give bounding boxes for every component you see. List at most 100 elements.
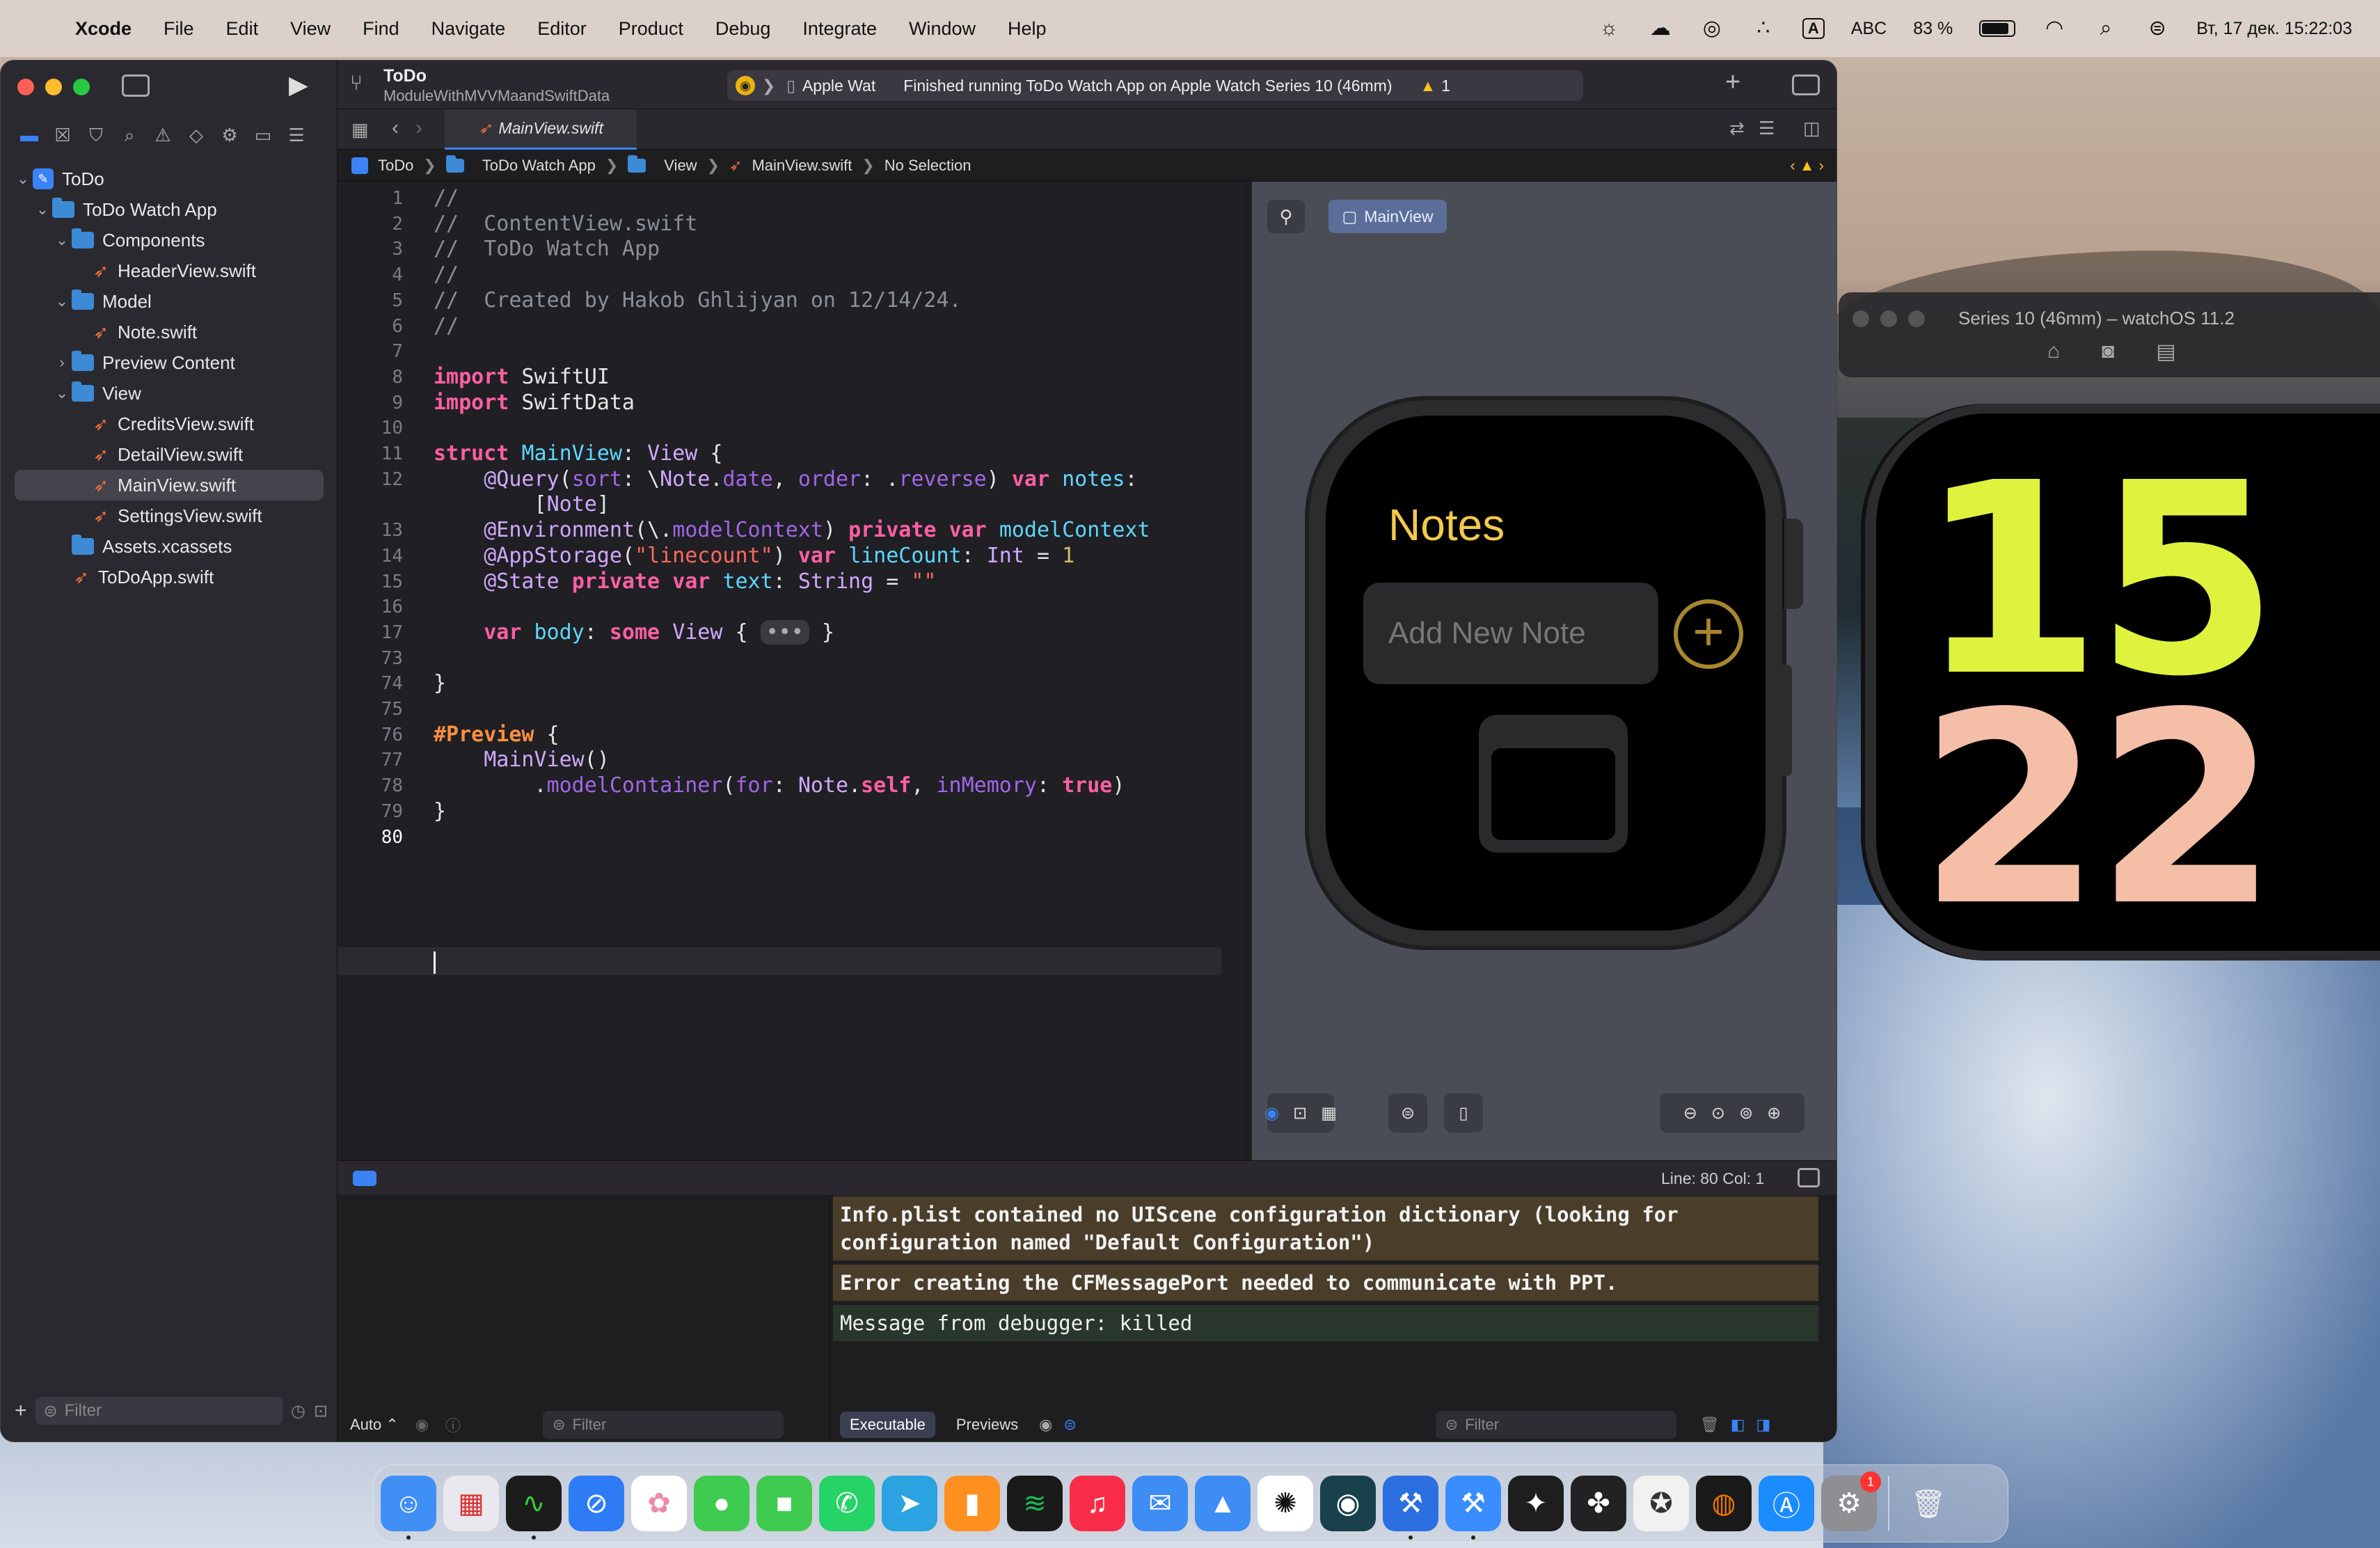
show-variables-icon[interactable]: ◧ [1731,1416,1745,1434]
zoom-window-button[interactable] [1908,310,1925,327]
menu-debug[interactable]: Debug [715,18,771,40]
chatgpt-icon[interactable]: ✺ [1258,1476,1313,1531]
zoom-window-button[interactable] [73,79,90,95]
activity-icon[interactable]: ∴ [1751,16,1776,41]
eye-icon[interactable]: ◉ [1039,1416,1052,1434]
zoom-fit-icon[interactable]: ⊚ [1739,1103,1753,1123]
code-line[interactable]: #Preview { [434,722,560,747]
airdrop-icon[interactable]: ◎ [1699,16,1724,41]
console-output[interactable]: Executable Previews ◉ ⊜ ⊜ Filter 🗑 ◧ ◨ I… [830,1195,1836,1442]
code-line[interactable]: @Environment(\.modelContext) private var… [434,518,1150,542]
zoom-actual-icon[interactable]: ⊙ [1711,1103,1725,1123]
issue-nav-icon[interactable]: ‹ ▲ › [1790,157,1824,175]
issue-icon[interactable]: ⚠ [154,125,172,147]
whatsapp-icon[interactable]: ✆ [819,1476,875,1531]
trash-icon[interactable]: 🗑 [1901,1476,1956,1531]
sidebar-item-creditsview-swift[interactable]: ➶ CreditsView.swift [1,409,338,439]
variables-filter-input[interactable]: ⊜ Filter [543,1411,784,1439]
code-line[interactable]: [Note] [434,492,609,516]
minimize-window-button[interactable] [45,79,62,95]
recent-files-icon[interactable]: ◷ [291,1401,306,1421]
zoom-in-icon[interactable]: ⊕ [1767,1103,1781,1123]
code-line[interactable]: var body: some View { ••• } [434,619,834,645]
breadcrumb-file[interactable]: MainView.swift [752,157,852,175]
inspector-toggle-icon[interactable] [1792,74,1820,95]
menu-help[interactable]: Help [1008,18,1047,40]
add-icon[interactable]: + [15,1399,27,1423]
system-settings-icon[interactable]: ⚙ 1 [1821,1471,1881,1531]
rotate-icon[interactable]: ▤ [2156,340,2175,364]
chevron-down-icon[interactable]: ⌄ [13,170,33,188]
sidebar-item-note-swift[interactable]: ➶ Note.swift [1,317,338,347]
launchpad-icon[interactable]: ▦ [443,1476,499,1531]
live-mode-icon[interactable]: ◉ [1264,1103,1279,1123]
breakpoints-toggle-icon[interactable] [353,1171,376,1186]
code-line[interactable]: @Query(sort: \Note.date, order: .reverse… [434,467,1137,491]
menu-product[interactable]: Product [619,18,683,40]
scheme-icon[interactable]: ◉ [736,76,755,95]
simulator-screen[interactable]: 15 22 [1876,413,2380,951]
code-line[interactable]: // [434,314,459,338]
source-editor[interactable]: 1 // 2 // ContentView.swift 3 // ToDo Watch A… [338,182,1583,1167]
control-center-icon[interactable]: ⊜ [2145,16,2170,41]
apple-menu-icon[interactable] [26,15,50,42]
trash-icon[interactable]: 🗑 [1700,1416,1720,1434]
photos-icon[interactable]: ✿ [631,1476,687,1531]
forward-icon[interactable]: › [415,116,422,140]
show-console-icon[interactable]: ◨ [1756,1416,1770,1434]
pin-icon[interactable]: ⚲ [1267,200,1305,233]
testflight-icon[interactable]: ▲ [1195,1476,1251,1531]
bookmark-icon[interactable]: ⛉ [87,125,105,147]
instruments-icon[interactable]: ⚒ [1445,1476,1501,1540]
warning-icon[interactable]: ▲ [1420,77,1436,95]
folder-icon[interactable]: ▬ [20,125,38,147]
davinci-icon[interactable]: ✤ [1571,1476,1626,1531]
selectable-mode-icon[interactable]: ⊡ [1293,1103,1307,1123]
grid-icon[interactable]: ▦ [351,119,369,141]
sidebar-item-model[interactable]: ⌄ Model [1,286,338,317]
finder-icon[interactable]: ☺ [381,1476,436,1540]
report-icon[interactable]: ☰ [287,125,306,147]
sf-symbols-icon[interactable]: ✪ [1633,1476,1689,1531]
toggle-sidebar-icon[interactable] [122,74,150,97]
add-note-plus-icon[interactable]: + [1674,599,1743,669]
info-icon[interactable]: ⓘ [445,1414,461,1436]
code-line[interactable]: // [434,186,459,210]
safari-icon[interactable]: ⊘ [569,1476,624,1531]
breadcrumb-project[interactable]: ToDo [378,157,413,175]
variants-icon[interactable]: ▦ [1321,1103,1337,1123]
gitkraken-icon[interactable]: ◉ [1320,1476,1376,1531]
breadcrumb-target[interactable]: ToDo Watch App [482,157,596,175]
input-source-icon[interactable]: A [1802,18,1825,39]
home-icon[interactable]: ⌂ [2047,340,2060,364]
add-library-icon[interactable]: + [1725,68,1740,97]
close-window-button[interactable] [1853,310,1869,327]
menu-edit[interactable]: Edit [226,18,259,40]
input-source-label[interactable]: ABC [1851,19,1887,39]
device-selector-icon[interactable]: ▯ [1444,1093,1483,1132]
mail-icon[interactable]: ✉ [1132,1476,1188,1531]
battery-percent[interactable]: 83 % [1913,19,1953,39]
console-tab-previews[interactable]: Previews [946,1412,1028,1438]
sidebar-item-assets-xcassets[interactable]: Assets.xcassets [1,531,338,562]
activity-view[interactable]: ◉ ❯ ▯ Apple Wat Finished running ToDo Wa… [727,70,1583,101]
source-control-icon[interactable]: ☒ [54,125,72,147]
spotify-icon[interactable]: ≋ [1007,1476,1063,1531]
tab-mainview[interactable]: ➶ MainView.swift [445,109,637,150]
figma-icon[interactable]: ✦ [1508,1476,1564,1531]
cloud-icon[interactable]: ☁ [1648,16,1673,41]
messages-icon[interactable]: ● [694,1476,749,1531]
activity-monitor-icon[interactable]: ∿ [506,1476,562,1540]
zoom-out-icon[interactable]: ⊖ [1683,1103,1697,1123]
screenshot-icon[interactable]: ◙ [2102,340,2114,364]
books-icon[interactable]: ▮ [944,1476,1000,1531]
sidebar-item-settingsview-swift[interactable]: ➶ SettingsView.swift [1,500,338,531]
chevron-right-icon[interactable]: › [52,354,72,372]
sidebar-item-todo[interactable]: ⌄ ✎ ToDo [1,164,338,194]
sidebar-item-preview-content[interactable]: › Preview Content [1,347,338,378]
sidebar-item-todoapp-swift[interactable]: ➶ ToDoApp.swift [1,562,338,592]
code-line[interactable]: MainView() [434,748,610,772]
code-line[interactable]: // ContentView.swift [434,212,697,236]
split-editor-icon[interactable]: ◫ [1803,118,1820,139]
facetime-icon[interactable]: ■ [756,1476,812,1531]
